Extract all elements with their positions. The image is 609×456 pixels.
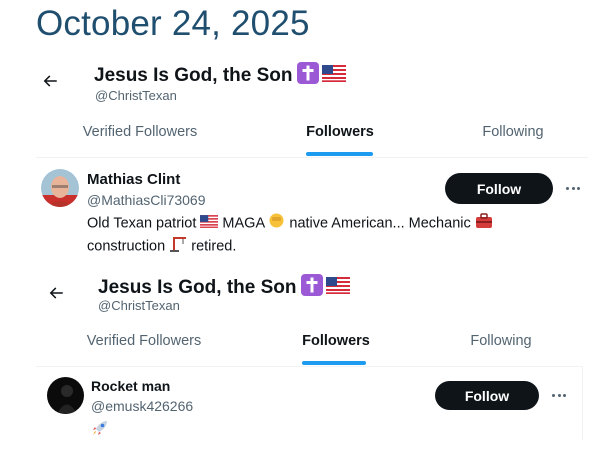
tab-followers[interactable]: Followers xyxy=(298,333,374,349)
user-handle[interactable]: @MathiasCli73069 xyxy=(87,192,206,208)
user-handle[interactable]: @emusk426266 xyxy=(91,398,193,414)
active-tab-indicator xyxy=(306,152,373,156)
follow-button[interactable]: Follow xyxy=(445,173,553,204)
bio-text: MAGA xyxy=(222,215,265,232)
bio-line-2: construction retired. xyxy=(87,235,567,258)
bio-text: retired. xyxy=(191,238,237,255)
rocket-icon xyxy=(91,419,109,442)
us-flag-icon xyxy=(200,214,219,234)
us-flag-icon xyxy=(325,276,350,300)
profile-title: Jesus Is God, the Son xyxy=(94,62,346,90)
tabs-divider xyxy=(36,366,582,367)
back-arrow-icon[interactable] xyxy=(46,283,66,303)
user-name[interactable]: Rocket man xyxy=(91,378,170,394)
avatar-mathias[interactable] xyxy=(41,169,79,207)
latin-cross-icon xyxy=(300,274,323,302)
toolbox-icon xyxy=(475,212,493,235)
more-options-icon[interactable] xyxy=(549,387,569,403)
back-arrow-icon[interactable] xyxy=(40,71,60,91)
bio-line-1: Old Texan patriot MAGA native American..… xyxy=(87,212,567,235)
us-flag-icon xyxy=(321,64,346,88)
profile-title-text: Jesus Is God, the Son xyxy=(98,277,297,298)
user-bio: Old Texan patriot MAGA native American..… xyxy=(87,212,567,258)
bio-text: Old Texan patriot xyxy=(87,215,197,232)
latin-cross-icon xyxy=(296,62,319,90)
tab-verified-followers[interactable]: Verified Followers xyxy=(78,124,202,140)
profile-handle: @ChristTexan xyxy=(95,88,177,103)
follow-button[interactable]: Follow xyxy=(435,381,539,410)
panel-edge xyxy=(582,366,583,440)
tab-following[interactable]: Following xyxy=(463,333,539,349)
raised-fist-icon xyxy=(268,212,285,235)
avatar-rocket-man[interactable] xyxy=(47,377,84,414)
tab-followers[interactable]: Followers xyxy=(302,124,378,140)
date-heading: October 24, 2025 xyxy=(36,4,310,43)
tabs-divider xyxy=(36,157,588,158)
tab-following[interactable]: Following xyxy=(475,124,551,140)
tab-verified-followers[interactable]: Verified Followers xyxy=(82,333,206,349)
construction-crane-icon xyxy=(169,235,187,258)
bio-text: construction xyxy=(87,238,166,255)
active-tab-indicator xyxy=(302,361,366,365)
profile-title-text: Jesus Is God, the Son xyxy=(94,65,293,86)
user-name[interactable]: Mathias Clint xyxy=(87,171,180,188)
more-options-icon[interactable] xyxy=(563,180,583,196)
bio-text: native American... Mechanic xyxy=(289,215,471,232)
profile-handle: @ChristTexan xyxy=(98,298,180,313)
